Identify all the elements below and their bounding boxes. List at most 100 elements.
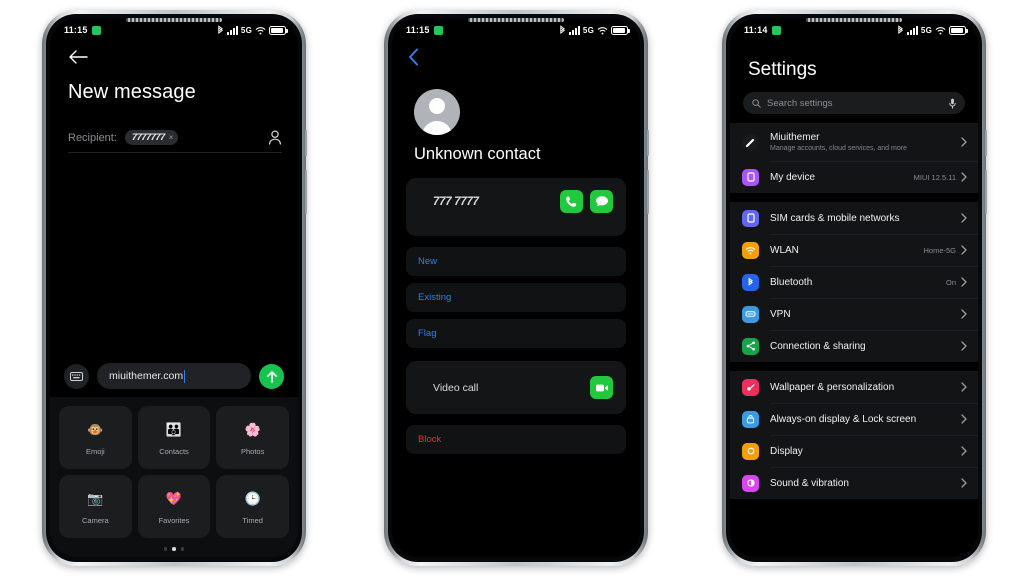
power-button[interactable] — [985, 130, 987, 156]
search-settings-input[interactable]: Search settings — [743, 92, 965, 114]
status-right: 5G — [897, 24, 968, 36]
message-bubble-icon — [595, 196, 608, 207]
video-call-label: Video call — [433, 381, 479, 394]
earpiece-speaker — [126, 18, 222, 22]
sim-card-icon — [742, 209, 759, 227]
settings-row-display[interactable]: Display — [730, 435, 978, 467]
earpiece-speaker — [468, 18, 564, 22]
attachment-panel: 🐵 Emoji 👪 Contacts 🌸 Photos 📷 Camera 💖 F… — [50, 397, 298, 557]
power-button[interactable] — [647, 130, 649, 156]
chevron-right-icon — [961, 213, 967, 223]
settings-row-labels: VPN — [770, 309, 791, 320]
settings-row-miuithemer[interactable]: Miuithemer Manage accounts, cloud servic… — [730, 123, 978, 161]
attachment-emoji[interactable]: 🐵 Emoji — [59, 406, 132, 469]
attachment-camera[interactable]: 📷 Camera — [59, 475, 132, 538]
action-block[interactable]: Block — [406, 425, 626, 454]
chevron-right-icon — [961, 478, 967, 488]
attachment-timed[interactable]: 🕒 Timed — [216, 475, 289, 538]
action-new[interactable]: New — [406, 247, 626, 276]
settings-row-my-device[interactable]: My device MIUI 12.5.11 — [730, 161, 978, 193]
attachment-grid: 🐵 Emoji 👪 Contacts 🌸 Photos 📷 Camera 💖 F… — [59, 406, 289, 538]
status-bar: 11:15 5G — [50, 19, 298, 39]
settings-row-sound-vibration[interactable]: Sound & vibration — [730, 467, 978, 499]
alarm-icon — [91, 25, 101, 35]
video-call-button[interactable] — [590, 376, 613, 399]
display-icon — [742, 442, 759, 460]
chevron-right-icon — [961, 277, 967, 287]
settings-row-label: Display — [770, 445, 803, 457]
action-flag[interactable]: Flag — [406, 319, 626, 348]
volume-button[interactable] — [305, 170, 307, 214]
settings-row-labels: Sound & vibration — [770, 478, 849, 489]
chevron-left-icon[interactable] — [408, 48, 419, 66]
settings-row-labels: Miuithemer Manage accounts, cloud servic… — [770, 132, 907, 152]
page-dot[interactable] — [180, 547, 185, 551]
settings-row-sim-cards[interactable]: SIM cards & mobile networks — [730, 202, 978, 234]
page-dot-active[interactable] — [172, 547, 176, 551]
settings-row-bluetooth[interactable]: Bluetooth On — [730, 266, 978, 298]
camera-icon: 📷 — [87, 491, 104, 506]
text-caret — [184, 369, 186, 383]
attachment-label: Timed — [242, 516, 263, 525]
settings-row-label: WLAN — [770, 244, 799, 256]
settings-row-label: Bluetooth — [770, 276, 813, 288]
settings-row-vpn[interactable]: VPN — [730, 298, 978, 330]
attachment-photos[interactable]: 🌸 Photos — [216, 406, 289, 469]
status-left: 11:15 — [406, 25, 443, 35]
attachment-contacts[interactable]: 👪 Contacts — [137, 406, 211, 469]
action-label: New — [418, 256, 438, 267]
phone3-screen: 11:14 5G Settings Search settings Miuith… — [730, 19, 978, 557]
battery-icon — [949, 25, 968, 35]
message-input[interactable]: miuithemer.com — [97, 363, 251, 389]
settings-row-label: Miuithemer — [770, 132, 820, 143]
page-title: New message — [68, 81, 196, 103]
chevron-right-icon — [961, 446, 967, 456]
phone-call-icon — [566, 196, 577, 207]
person-icon[interactable] — [268, 130, 282, 145]
page-dot[interactable] — [163, 547, 168, 551]
microphone-icon[interactable] — [949, 98, 956, 109]
search-placeholder: Search settings — [767, 97, 833, 109]
volume-button[interactable] — [647, 170, 649, 214]
earpiece-speaker — [806, 18, 902, 22]
recipient-chip-text: 7777777 — [131, 132, 165, 143]
settings-row-lock-screen[interactable]: Always-on display & Lock screen — [730, 403, 978, 435]
settings-row-connection-sharing[interactable]: Connection & sharing — [730, 330, 978, 362]
settings-row-labels: Display — [770, 446, 803, 457]
settings-row-wallpaper[interactable]: Wallpaper & personalization — [730, 371, 978, 403]
chevron-right-icon — [961, 309, 967, 319]
recipient-label: Recipient: — [68, 131, 117, 144]
account-avatar-icon — [742, 133, 759, 151]
chevron-right-icon — [961, 172, 967, 182]
phone-number[interactable]: 777 7777 — [433, 196, 479, 208]
attachment-favorites[interactable]: 💖 Favorites — [137, 475, 211, 538]
action-existing[interactable]: Existing — [406, 283, 626, 312]
avatar — [414, 89, 460, 135]
send-button[interactable] — [259, 363, 284, 389]
settings-row-labels: Always-on display & Lock screen — [770, 414, 916, 425]
volume-button[interactable] — [985, 170, 987, 214]
call-button[interactable] — [560, 190, 583, 213]
message-button[interactable] — [590, 190, 613, 213]
settings-row-label: Wallpaper & personalization — [770, 381, 895, 393]
chevron-right-icon — [961, 137, 967, 147]
chip-remove-icon[interactable]: × — [169, 133, 174, 142]
status-right: 5G — [217, 24, 288, 36]
new-message-screen: New message Recipient: 7777777 × miuithe… — [50, 39, 298, 557]
settings-group-personalization: Wallpaper & personalization Always-on di… — [730, 371, 978, 499]
back-arrow-icon[interactable] — [68, 49, 88, 65]
recipient-row: Recipient: 7777777 × — [68, 130, 282, 153]
status-time: 11:14 — [744, 25, 768, 35]
phone-number-row: 777 7777 — [419, 190, 613, 213]
settings-row-label: SIM cards & mobile networks — [770, 212, 900, 224]
status-time: 11:15 — [64, 25, 88, 35]
action-label: Flag — [418, 328, 437, 339]
recipient-chip[interactable]: 7777777 × — [124, 130, 179, 145]
power-button[interactable] — [305, 130, 307, 156]
keyboard-toggle-button[interactable] — [64, 363, 89, 389]
video-call-card[interactable]: Video call — [406, 361, 626, 414]
alarm-icon — [771, 25, 781, 35]
phone1-bezel: 11:15 5G New message Recipient: 7777777 … — [46, 14, 302, 562]
attachment-label: Photos — [240, 447, 265, 456]
settings-row-wlan[interactable]: WLAN Home-5G — [730, 234, 978, 266]
